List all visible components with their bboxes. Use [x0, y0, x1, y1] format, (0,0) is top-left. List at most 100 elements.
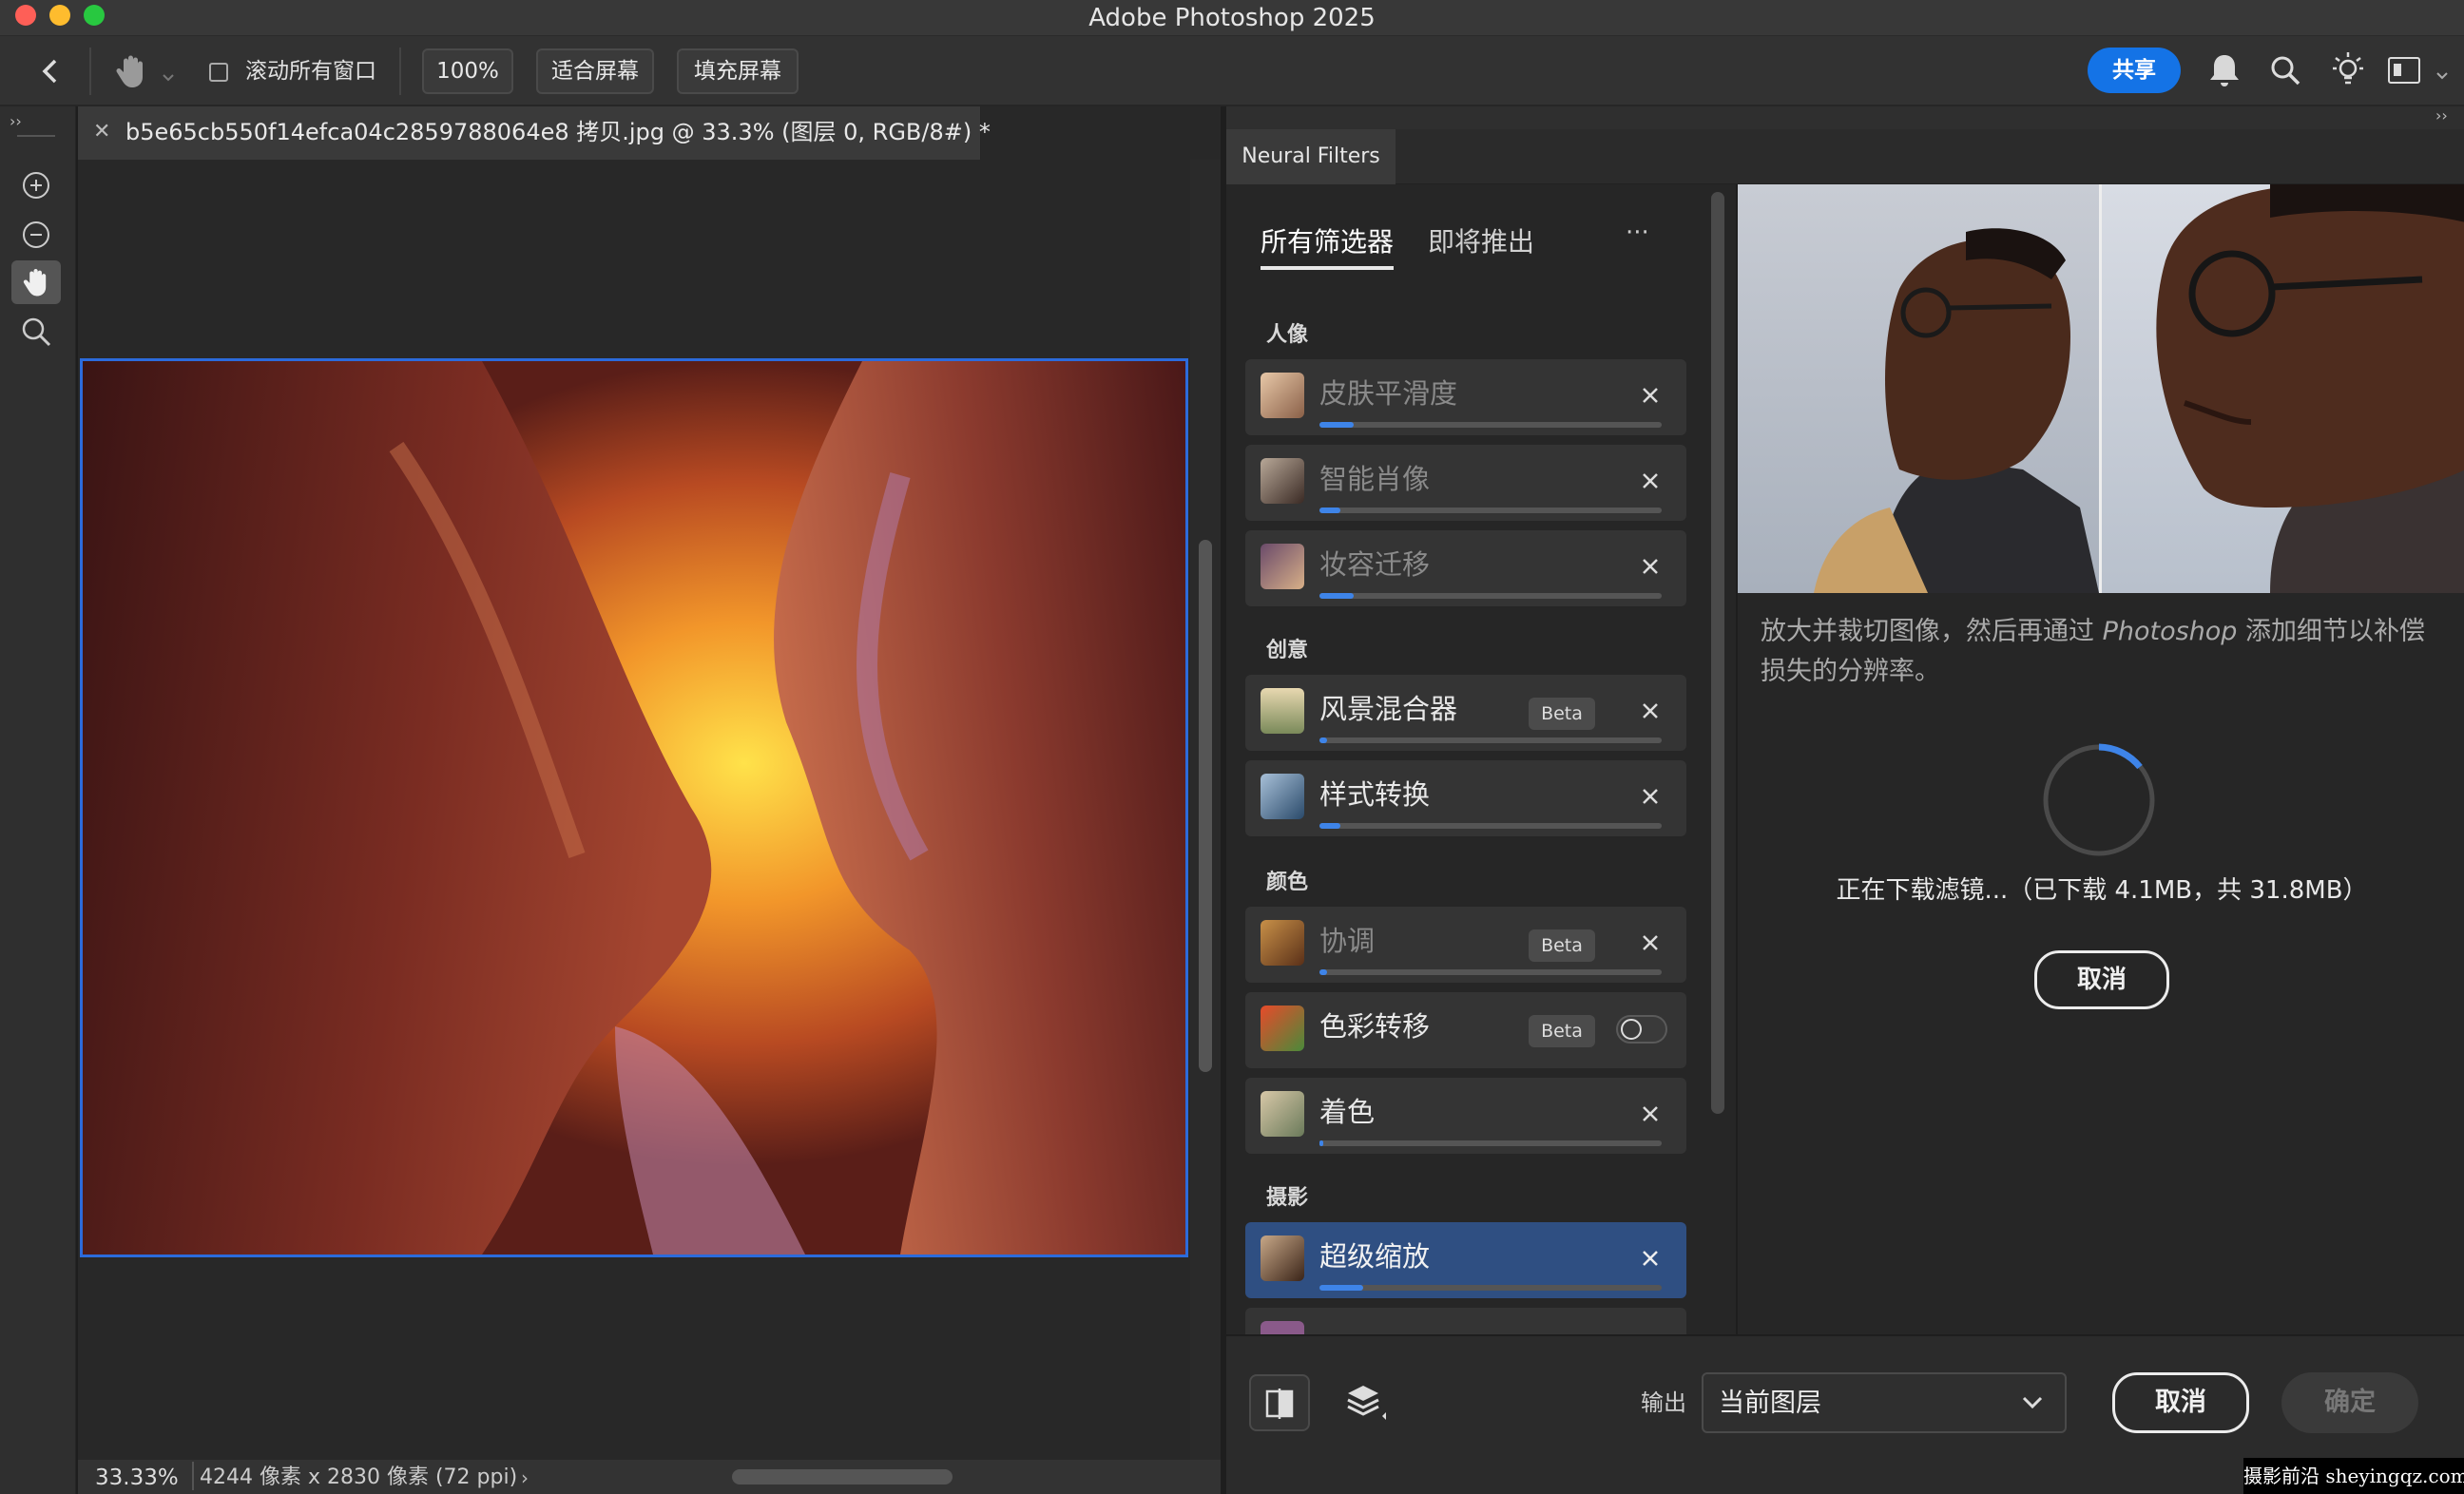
filter-harmonization[interactable]: 协调 Beta [1245, 907, 1686, 983]
more-options-icon[interactable]: ··· [1626, 219, 1649, 247]
ok-button[interactable]: 确定 [2281, 1372, 2418, 1433]
filter-thumbnail [1261, 1006, 1304, 1051]
scrollbar-thumb[interactable] [1199, 540, 1212, 1072]
beta-badge: Beta [1529, 698, 1595, 730]
filter-thumbnail [1261, 373, 1304, 418]
beta-badge: Beta [1529, 929, 1595, 962]
hand-tool-icon[interactable] [112, 51, 150, 91]
zoom-tool-icon[interactable] [11, 310, 61, 354]
window-title: Adobe Photoshop 2025 [1088, 4, 1376, 32]
filter-preview-image [1738, 184, 2464, 593]
category-portrait: 人像 [1266, 323, 1309, 347]
vertical-scrollbar[interactable] [1190, 160, 1221, 1460]
output-select-value: 当前图层 [1719, 1389, 1821, 1418]
active-tab-underline [1261, 266, 1394, 270]
download-status: 正在下载滤镜...（已下载 4.1MB，共 31.8MB） [1836, 876, 2368, 905]
download-progress-bar [1319, 1285, 1662, 1291]
filter-label: 着色 [1319, 1096, 1376, 1128]
status-chevron-icon[interactable]: › [521, 1464, 529, 1492]
document-tab[interactable]: ✕ b5e65cb550f14efca04c2859788064e8 拷贝.jp… [78, 106, 991, 160]
title-bar: Adobe Photoshop 2025 [0, 0, 2464, 36]
fit-screen-button[interactable]: 适合屏幕 [536, 48, 654, 94]
scroll-all-checkbox[interactable] [209, 63, 228, 82]
download-progress-bar [1319, 593, 1662, 599]
filter-thumbnail [1261, 544, 1304, 589]
close-icon[interactable] [1633, 926, 1667, 960]
close-icon[interactable] [1633, 1097, 1667, 1131]
filter-makeup-transfer[interactable]: 妆容迁移 [1245, 530, 1686, 606]
filter-label: 智能肖像 [1319, 463, 1431, 495]
filter-colorize[interactable]: 着色 [1245, 1078, 1686, 1154]
cancel-button[interactable]: 取消 [2112, 1372, 2249, 1433]
horizontal-scrollbar-thumb[interactable] [732, 1469, 953, 1484]
close-icon[interactable] [1633, 464, 1667, 498]
tab-coming-soon[interactable]: 即将推出 [1428, 222, 1534, 262]
filter-list-scrollbar[interactable] [1711, 192, 1724, 1114]
close-tab-icon[interactable]: ✕ [93, 120, 110, 144]
filter-super-zoom[interactable]: 超级缩放 [1245, 1222, 1686, 1298]
download-progress-bar [1319, 422, 1662, 428]
bell-icon[interactable] [2207, 51, 2242, 89]
zoom-out-icon[interactable] [11, 213, 61, 257]
filter-color-transfer[interactable]: 色彩转移 Beta [1245, 992, 1686, 1068]
filter-label: 妆容迁移 [1319, 548, 1431, 581]
panel-tab-bar: Neural Filters [1226, 129, 2464, 184]
zoom-100-button[interactable]: 100% [422, 48, 513, 94]
neural-filters-tab[interactable]: Neural Filters [1226, 129, 1396, 184]
filter-thumbnail [1261, 920, 1304, 966]
neural-filters-panel: ›› Neural Filters 所有筛选器 即将推出 ··· 人像 皮肤平滑… [1226, 106, 2464, 1494]
close-icon[interactable] [1633, 1241, 1667, 1275]
chevron-down-icon[interactable] [162, 68, 175, 82]
fill-screen-button[interactable]: 填充屏幕 [677, 48, 799, 94]
zoom-in-icon[interactable] [11, 163, 61, 207]
filter-style-transfer[interactable]: 样式转换 [1245, 760, 1686, 836]
filter-landscape-mixer[interactable]: 风景混合器 Beta [1245, 675, 1686, 751]
lightbulb-icon[interactable] [2329, 49, 2367, 89]
workspace-icon[interactable] [2388, 57, 2420, 84]
download-progress-bar [1319, 508, 1662, 513]
output-label: 输出 [1641, 1389, 1686, 1416]
canvas-image[interactable] [80, 358, 1188, 1257]
download-progress-bar [1319, 823, 1662, 829]
filter-toggle[interactable] [1616, 1015, 1667, 1044]
document-tabs: ✕ b5e65cb550f14efca04c2859788064e8 拷贝.jp… [78, 106, 1221, 160]
category-photography: 摄影 [1266, 1186, 1309, 1210]
status-bar: 33.33% 4244 像素 x 2830 像素 (72 ppi) › [78, 1460, 1221, 1494]
tools-panel: ›› [0, 106, 76, 1494]
share-button[interactable]: 共享 [2088, 48, 2181, 93]
scroll-all-label: 滚动所有窗口 [245, 59, 376, 84]
search-icon[interactable] [2268, 53, 2302, 87]
download-progress-bar [1319, 1140, 1662, 1146]
close-icon[interactable] [1633, 779, 1667, 814]
loading-spinner [2040, 741, 2158, 859]
download-progress-bar [1319, 969, 1662, 975]
tab-all-filters[interactable]: 所有筛选器 [1261, 222, 1394, 262]
filter-label: 色彩转移 [1319, 1010, 1431, 1043]
close-icon[interactable] [1633, 378, 1667, 412]
zoom-level[interactable]: 33.33% [95, 1464, 179, 1492]
filter-thumbnail [1261, 688, 1304, 734]
filter-partial-item[interactable] [1245, 1308, 1686, 1334]
filter-skin-smoothing[interactable]: 皮肤平滑度 [1245, 359, 1686, 435]
collapse-panel-icon[interactable]: ›› [2435, 106, 2448, 124]
filter-list: 所有筛选器 即将推出 ··· 人像 皮肤平滑度 智能肖像 妆容迁移 创意 风景混… [1226, 184, 1736, 1334]
filter-description: 放大并裁切图像，然后再通过 Photoshop 添加细节以补偿损失的分辨率。 [1761, 617, 2426, 686]
compare-view-button[interactable] [1249, 1374, 1310, 1431]
filter-smart-portrait[interactable]: 智能肖像 [1245, 445, 1686, 521]
close-icon[interactable] [1633, 694, 1667, 728]
document-tab-title: b5e65cb550f14efca04c2859788064e8 拷贝.jpg … [125, 119, 991, 145]
cancel-download-button[interactable]: 取消 [2034, 950, 2169, 1009]
back-icon[interactable] [34, 55, 67, 87]
filter-thumbnail [1261, 458, 1304, 504]
document-dimensions: 4244 像素 x 2830 像素 (72 ppi) [200, 1465, 518, 1489]
chevron-down-icon [2022, 1396, 2043, 1409]
layers-icon[interactable] [1344, 1380, 1390, 1426]
filter-label: 皮肤平滑度 [1319, 377, 1458, 410]
output-select[interactable]: 当前图层 [1702, 1372, 2067, 1433]
close-icon[interactable] [1633, 549, 1667, 584]
hand-tool-icon[interactable] [11, 260, 61, 304]
canvas-area[interactable] [78, 160, 1190, 1460]
expand-panel-icon[interactable]: ›› [10, 112, 22, 130]
chevron-down-icon[interactable] [2435, 67, 2449, 80]
filter-label: 样式转换 [1319, 778, 1431, 811]
